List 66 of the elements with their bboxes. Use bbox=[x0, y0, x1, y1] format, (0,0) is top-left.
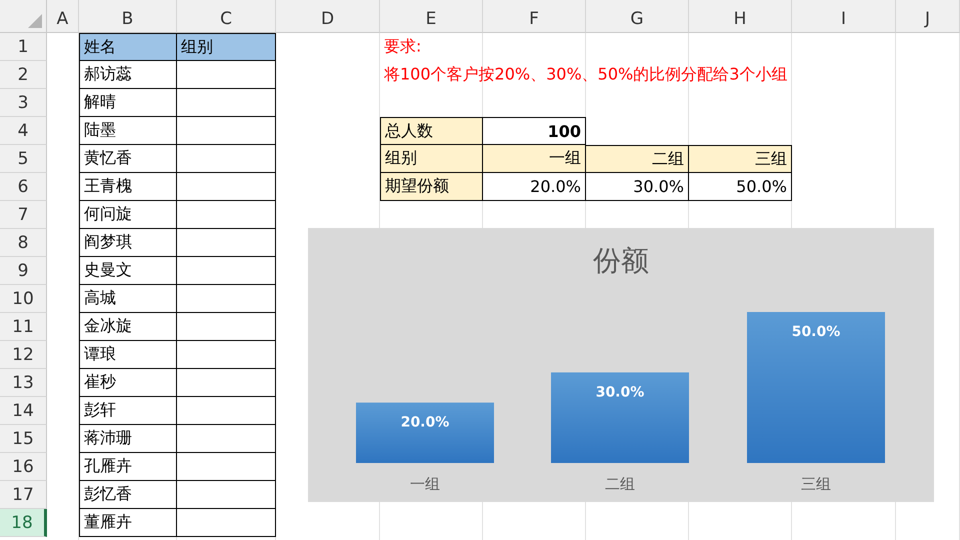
column-header[interactable]: F bbox=[483, 0, 586, 33]
name-cell: 孔雁卉 bbox=[79, 453, 177, 481]
data-label: 20.0% bbox=[400, 414, 450, 431]
column-header-cell: 姓名 bbox=[79, 33, 177, 61]
category-label: 一组 bbox=[410, 475, 440, 493]
chart-title: 份额 bbox=[593, 244, 649, 277]
column-header[interactable]: E bbox=[380, 0, 483, 33]
group-cell: 二组 bbox=[586, 145, 689, 173]
data-label: 30.0% bbox=[596, 384, 644, 400]
name-cell: 解晴 bbox=[79, 89, 177, 117]
category-label: 三组 bbox=[801, 475, 831, 493]
row-header[interactable]: 18 bbox=[0, 509, 47, 537]
name-cell: 谭琅 bbox=[79, 341, 177, 369]
name-cell: 彭忆香 bbox=[79, 481, 177, 509]
name-cell: 金冰旋 bbox=[79, 313, 177, 341]
name-cell: 陆墨 bbox=[79, 117, 177, 145]
name-cell: 彭轩 bbox=[79, 397, 177, 425]
data-label: 50.0% bbox=[792, 324, 840, 340]
share-cell: 20.0% bbox=[483, 173, 586, 201]
row-header[interactable]: 4 bbox=[0, 117, 47, 145]
column-header[interactable]: A bbox=[47, 0, 79, 33]
row-header[interactable]: 8 bbox=[0, 229, 47, 257]
row-header[interactable]: 17 bbox=[0, 481, 47, 509]
row-header[interactable]: 14 bbox=[0, 397, 47, 425]
row-header[interactable]: 10 bbox=[0, 285, 47, 313]
column-header[interactable]: D bbox=[276, 0, 380, 33]
requirement-text: 将100个客户按20%、30%、50%的比例分配给3个小组 bbox=[384, 64, 788, 86]
label-cell: 总人数 bbox=[380, 117, 483, 145]
row-header[interactable]: 3 bbox=[0, 89, 47, 117]
requirement-title: 要求: bbox=[384, 36, 422, 58]
share-cell: 30.0% bbox=[586, 173, 689, 201]
name-cell: 史曼文 bbox=[79, 257, 177, 285]
category-label: 二组 bbox=[605, 475, 635, 493]
column-header-cell: 组别 bbox=[177, 33, 276, 61]
name-cell: 蒋沛珊 bbox=[79, 425, 177, 453]
column-header[interactable]: I bbox=[792, 0, 896, 33]
label-cell: 期望份额 bbox=[380, 173, 483, 201]
row-header[interactable]: 1 bbox=[0, 33, 47, 61]
label-cell: 组别 bbox=[380, 145, 483, 173]
name-cell: 黄忆香 bbox=[79, 145, 177, 173]
row-header[interactable]: 12 bbox=[0, 341, 47, 369]
row-header[interactable]: 2 bbox=[0, 61, 47, 89]
name-cell: 郝访蕊 bbox=[79, 61, 177, 89]
row-header[interactable]: 5 bbox=[0, 145, 47, 173]
share-cell: 50.0% bbox=[689, 173, 792, 201]
name-cell: 阎梦琪 bbox=[79, 229, 177, 257]
column-header[interactable]: G bbox=[586, 0, 689, 33]
column-header[interactable]: H bbox=[689, 0, 792, 33]
row-header[interactable]: 15 bbox=[0, 425, 47, 453]
name-cell: 何问旋 bbox=[79, 201, 177, 229]
group-cell: 一组 bbox=[483, 145, 586, 173]
row-header[interactable]: 6 bbox=[0, 173, 47, 201]
name-cell: 高城 bbox=[79, 285, 177, 313]
row-header[interactable]: 7 bbox=[0, 201, 47, 229]
name-cell: 崔秒 bbox=[79, 369, 177, 397]
select-all-icon[interactable] bbox=[28, 14, 42, 28]
row-header[interactable]: 11 bbox=[0, 313, 47, 341]
row-header[interactable]: 9 bbox=[0, 257, 47, 285]
column-header[interactable]: J bbox=[896, 0, 960, 33]
name-cell: 董雁卉 bbox=[79, 509, 177, 537]
name-cell: 王青槐 bbox=[79, 173, 177, 201]
group-cell: 三组 bbox=[689, 145, 792, 173]
row-header[interactable]: 16 bbox=[0, 453, 47, 481]
column-header[interactable]: C bbox=[177, 0, 276, 33]
column-header[interactable]: B bbox=[79, 0, 177, 33]
row-header[interactable]: 13 bbox=[0, 369, 47, 397]
